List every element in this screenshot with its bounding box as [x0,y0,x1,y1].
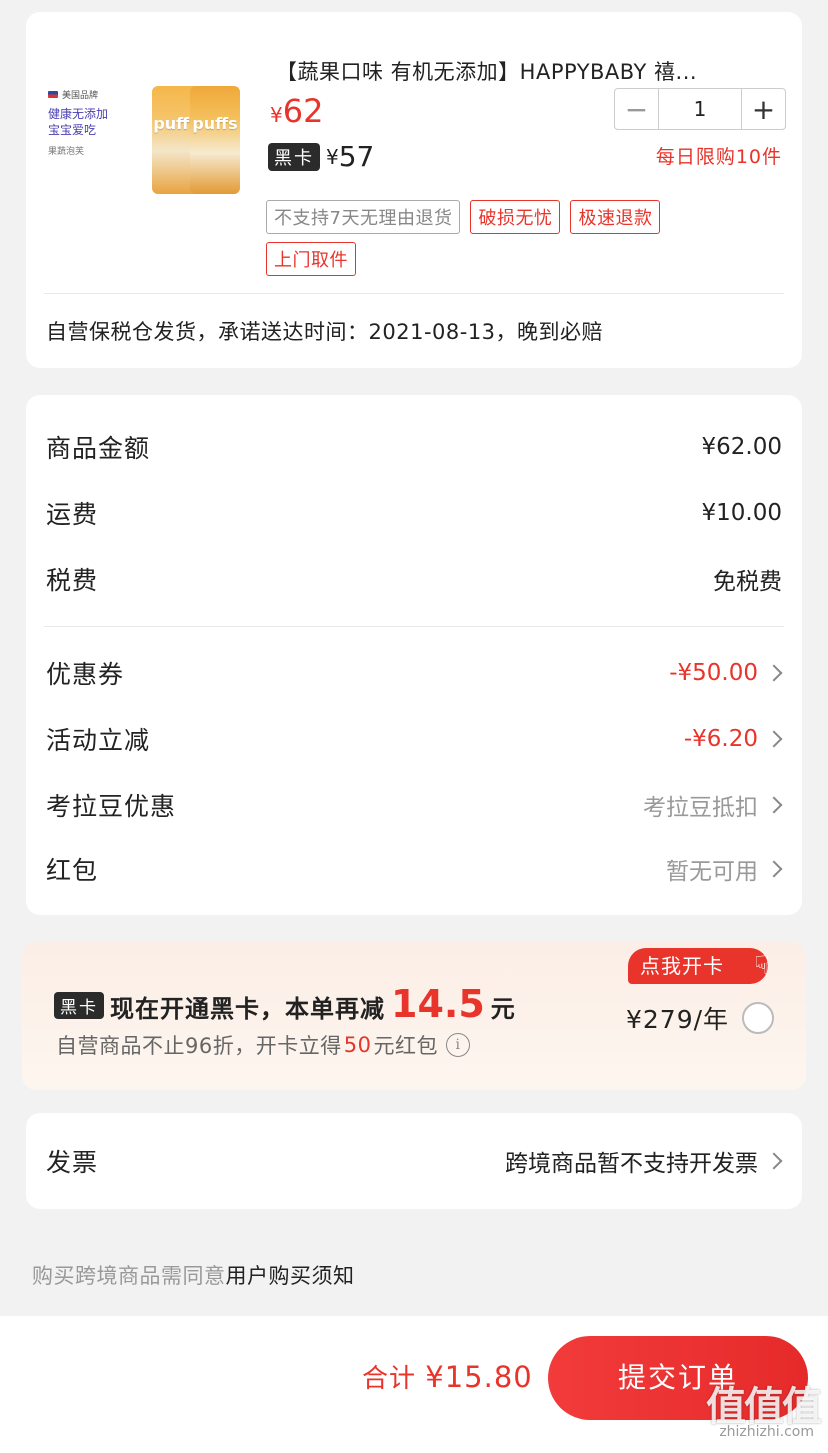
coupon-row[interactable]: 优惠券 -¥50.00 [46,653,783,693]
cost-summary-card: 商品金额 ¥62.00 运费 ¥10.00 税费 免税费 优惠券 -¥50.00… [26,395,802,915]
pointing-hand-icon: ☟ [754,951,770,981]
service-tags: 不支持7天无理由退货 破损无忧 极速退款 上门取件 [266,200,746,276]
brand-origin: 美国品牌 [48,88,98,101]
product-card: 美国品牌 健康无添加 宝宝爱吃 果蔬泡芙 puffs puffs 【蔬果口味 有… [26,12,802,368]
service-tag: 不支持7天无理由退货 [266,200,461,234]
service-tag: 上门取件 [266,242,356,276]
invoice-row[interactable]: 发票 跨境商品暂不支持开发票 [46,1141,783,1181]
purchase-notice: 购买跨境商品需同意用户购买须知 [32,1264,355,1288]
black-card-badge: 黑卡 [268,142,320,171]
tax-row: 税费 免税费 [46,566,782,595]
us-flag-icon [48,91,58,98]
checkout-bar: 合计 ¥15.80 提交订单 值值值 zhizhizhi.com [0,1316,828,1453]
service-tag: 破损无忧 [470,200,561,234]
increase-button[interactable]: + [741,89,785,129]
product-can-image: puffs [190,86,240,194]
black-card-radio[interactable] [742,1002,774,1034]
black-card-annual-price: ¥279/年 [626,1005,730,1034]
user-purchase-terms-link[interactable]: 用户购买须知 [226,1264,355,1288]
black-card-badge: 黑卡 [54,992,104,1019]
product-title[interactable]: 【蔬果口味 有机无添加】HAPPYBABY 禧... [276,56,776,86]
thumb-category: 果蔬泡芙 [48,147,85,157]
quantity-stepper: − 1 + [614,88,786,130]
invoice-card[interactable]: 发票 跨境商品暂不支持开发票 [26,1113,802,1209]
kaola-bean-row[interactable]: 考拉豆优惠 考拉豆抵扣 [46,785,783,825]
decrease-button[interactable]: − [615,89,659,129]
info-icon[interactable]: i [445,1033,470,1057]
chevron-right-icon [765,860,783,878]
divider [44,293,784,294]
order-total: 合计 ¥15.80 [362,1360,533,1394]
black-card-promo[interactable]: 点我开卡 ☟ 黑卡 现在开通黑卡，本单再减 14.5 元 自营商品不止96折，开… [22,942,806,1090]
product-thumbnail[interactable]: 美国品牌 健康无添加 宝宝爱吃 果蔬泡芙 puffs puffs [44,60,244,210]
product-price: ¥62 [270,92,324,130]
chevron-right-icon [765,1152,783,1170]
goods-amount-row: 商品金额 ¥62.00 [46,434,782,463]
promo-headline: 黑卡 现在开通黑卡，本单再减 14.5 元 [54,982,515,1026]
purchase-limit: 每日限购10件 [655,146,782,168]
red-packet-row[interactable]: 红包 暂无可用 [46,849,783,889]
chevron-right-icon [765,664,783,682]
black-card-price: 黑卡 ¥57 [268,140,374,173]
divider [44,626,784,627]
chevron-right-icon [765,796,783,814]
watermark-url: zhizhizhi.com [719,1424,814,1440]
activity-discount-row[interactable]: 活动立减 -¥6.20 [46,719,783,759]
quantity-value[interactable]: 1 [659,89,741,129]
chevron-right-icon [765,730,783,748]
thumb-slogan: 健康无添加 宝宝爱吃 [48,107,109,137]
shipping-info: 自营保税仓发货，承诺送达时间：2021-08-13，晚到必赔 [46,320,604,344]
service-tag: 极速退款 [570,200,661,234]
freight-row: 运费 ¥10.00 [46,500,782,529]
promo-subtext: 自营商品不止96折，开卡立得 50 元红包 i [56,1030,470,1060]
